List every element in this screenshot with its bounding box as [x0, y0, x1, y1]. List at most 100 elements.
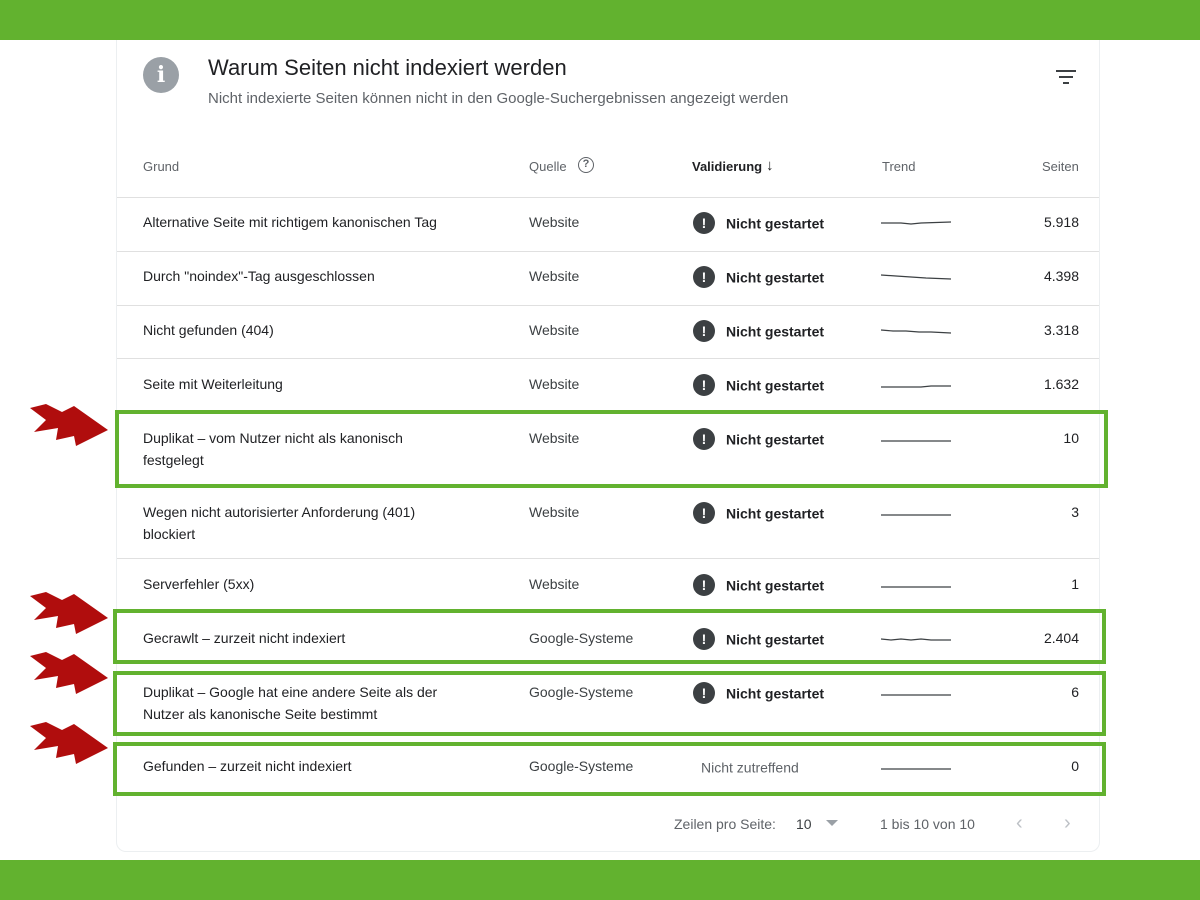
column-header-quelle[interactable]: Quelle	[529, 159, 567, 174]
pagination-range: 1 bis 10 von 10	[880, 816, 975, 832]
table-row[interactable]: Durch "noindex"-Tag ausgeschlossen Websit…	[117, 252, 1099, 304]
exclamation-circle-icon: !	[693, 428, 715, 451]
page-title: Warum Seiten nicht indexiert werden	[208, 55, 567, 80]
trend-sparkline	[881, 694, 951, 696]
table-row[interactable]: Serverfehler (5xx) Website! Nicht gestarte…	[117, 560, 1099, 612]
exclamation-circle-icon: !	[693, 320, 715, 343]
source-cell: Website	[529, 268, 580, 284]
trend-sparkline	[881, 221, 951, 225]
top-green-band	[0, 0, 1200, 40]
validation-cell: ! Nicht gestartet	[693, 373, 825, 397]
validation-cell: ! Nicht gestartet	[693, 427, 825, 451]
source-cell: Google-Systeme	[529, 684, 634, 700]
table-row[interactable]: Alternative Seite mit richtigem kanonisc…	[117, 198, 1099, 250]
source-cell: Google-Systeme	[529, 758, 634, 774]
exclamation-circle-icon: !	[693, 266, 715, 289]
exclamation-circle-icon: !	[693, 502, 715, 525]
pages-count: 1	[1071, 576, 1079, 592]
validation-cell: ! Nicht gestartet	[693, 681, 825, 705]
filter-icon[interactable]	[1055, 68, 1077, 86]
validation-status: Nicht gestartet	[726, 377, 825, 394]
reason-cell: Duplikat – Google hat eine andere Seite …	[143, 684, 438, 722]
pages-count: 1.632	[1043, 376, 1079, 392]
trend-sparkline	[881, 514, 951, 516]
table-row[interactable]: Duplikat – vom Nutzer nicht als kanonisc…	[117, 414, 1099, 486]
red-arrow-icon	[30, 652, 108, 694]
source-cell: Google-Systeme	[529, 630, 634, 646]
column-header-grund[interactable]: Grund	[143, 159, 179, 174]
rows-per-page-select[interactable]: 10	[796, 816, 812, 832]
red-arrow-icon	[30, 592, 108, 634]
exclamation-circle-icon: !	[693, 682, 715, 705]
exclamation-circle-icon: !	[693, 574, 715, 597]
table-row[interactable]: Wegen nicht autorisierter Anforderung (4…	[117, 488, 1099, 558]
trend-sparkline	[881, 638, 951, 641]
reason-cell: Duplikat – vom Nutzer nicht als kanonisc…	[143, 430, 403, 468]
validation-status: Nicht zutreffend	[701, 759, 799, 776]
reason-cell: Wegen nicht autorisierter Anforderung (4…	[143, 504, 416, 542]
source-cell: Website	[529, 214, 580, 230]
pages-count: 2.404	[1043, 630, 1079, 646]
validation-status: Nicht gestartet	[726, 269, 825, 286]
info-icon: i	[143, 57, 179, 93]
pages-count: 4.398	[1043, 268, 1079, 284]
reason-cell: Gecrawlt – zurzeit nicht indexiert	[143, 630, 346, 646]
validation-status: Nicht gestartet	[726, 505, 825, 522]
column-header-seiten[interactable]: Seiten	[1042, 159, 1079, 174]
reason-cell: Durch "noindex"-Tag ausgeschlossen	[143, 268, 375, 284]
validation-cell: ! Nicht gestartet	[693, 573, 825, 597]
exclamation-circle-icon: !	[693, 628, 715, 651]
chevron-down-icon[interactable]	[826, 820, 838, 826]
table-row[interactable]: Gefunden – zurzeit nicht indexiert Google…	[117, 742, 1099, 794]
validation-status: Nicht gestartet	[726, 431, 825, 448]
row-divider	[117, 358, 1099, 359]
chevron-left-icon[interactable]: ‹	[1016, 812, 1023, 835]
validation-cell: ! Nicht gestartet	[693, 265, 825, 289]
column-header-validierung[interactable]: Validierung	[692, 159, 762, 174]
pages-count: 0	[1071, 758, 1079, 774]
validation-status: Nicht gestartet	[726, 631, 825, 648]
source-cell: Website	[529, 376, 580, 392]
trend-sparkline	[881, 329, 951, 334]
table-row[interactable]: Nicht gefunden (404) Website! Nicht gestar…	[117, 306, 1099, 358]
red-arrow-icon	[30, 404, 108, 446]
trend-sparkline	[881, 440, 951, 442]
pages-count: 5.918	[1043, 214, 1079, 230]
source-cell: Website	[529, 576, 580, 592]
reason-cell: Seite mit Weiterleitung	[143, 376, 283, 392]
arrow-down-icon[interactable]: ↓	[766, 157, 774, 174]
pages-count: 10	[1063, 430, 1079, 446]
validation-status: Nicht gestartet	[726, 685, 825, 702]
source-cell: Website	[529, 504, 580, 520]
chevron-right-icon[interactable]: ›	[1064, 812, 1071, 835]
validation-status: Nicht gestartet	[726, 577, 825, 594]
reason-cell: Serverfehler (5xx)	[143, 576, 255, 592]
red-arrow-icon	[30, 722, 108, 764]
source-cell: Website	[529, 322, 580, 338]
table-row[interactable]: Gecrawlt – zurzeit nicht indexiert Google…	[117, 614, 1099, 666]
pages-count: 6	[1071, 684, 1079, 700]
validation-status: Nicht gestartet	[726, 215, 825, 232]
source-cell: Website	[529, 430, 580, 446]
column-header-trend[interactable]: Trend	[882, 159, 915, 174]
table-row[interactable]: Duplikat – Google hat eine andere Seite …	[117, 668, 1099, 740]
pages-count: 3	[1071, 504, 1079, 520]
page-subtitle: Nicht indexierte Seiten können nicht in …	[208, 90, 789, 107]
bottom-green-band	[0, 860, 1200, 900]
validation-cell: ! Nicht gestartet	[693, 211, 825, 235]
trend-sparkline	[881, 274, 951, 280]
trend-sparkline	[881, 768, 951, 770]
pages-count: 3.318	[1043, 322, 1079, 338]
exclamation-circle-icon: !	[693, 374, 715, 397]
reason-cell: Alternative Seite mit richtigem kanonisc…	[143, 214, 437, 230]
reason-cell: Gefunden – zurzeit nicht indexiert	[143, 758, 352, 774]
validation-cell: ! Nicht gestartet	[693, 627, 825, 651]
exclamation-circle-icon: !	[693, 212, 715, 235]
validation-status: Nicht gestartet	[726, 323, 825, 340]
table-row[interactable]: Seite mit Weiterleitung Website! Nicht ges…	[117, 360, 1099, 412]
validation-cell: ! Nicht gestartet	[693, 501, 825, 525]
help-circle-icon[interactable]: ?	[578, 157, 594, 173]
row-divider	[117, 558, 1099, 559]
reason-cell: Nicht gefunden (404)	[143, 322, 274, 338]
trend-sparkline	[881, 385, 951, 388]
